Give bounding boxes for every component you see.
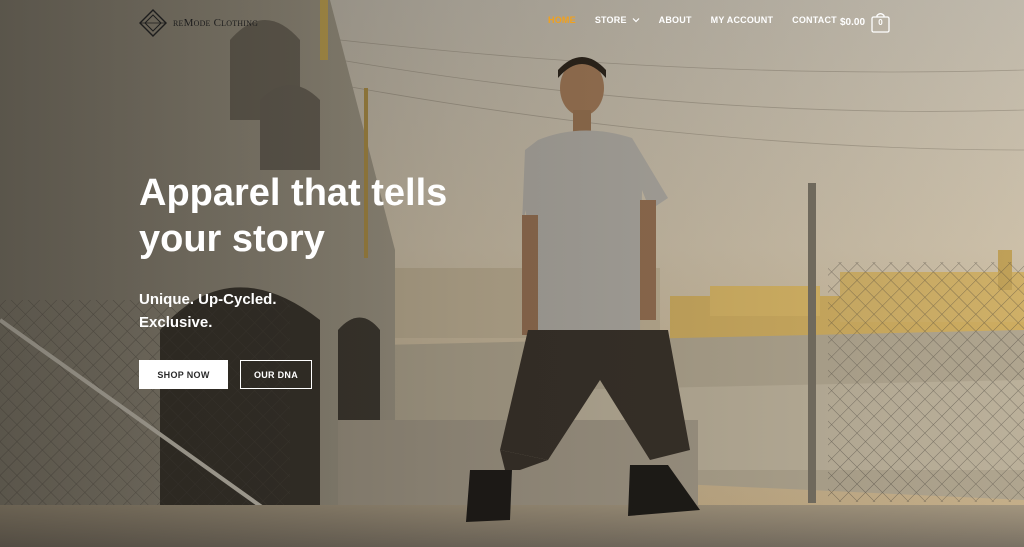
nav-item-label: MY ACCOUNT — [710, 15, 774, 25]
cart-button[interactable]: $0.00 0 — [840, 12, 890, 33]
nav-item-my-account[interactable]: MY ACCOUNT — [711, 15, 774, 25]
main-navigation: HOME STORE ABOUT MY ACCOUNT CONTACT — [548, 15, 856, 25]
shopping-bag-icon: 0 — [871, 12, 890, 33]
nav-item-label: ABOUT — [658, 15, 692, 25]
brand-name: reMode Clothing — [173, 17, 259, 29]
hero-subtitle: Unique. Up-Cycled. Exclusive. — [139, 291, 277, 331]
nav-item-home[interactable]: HOME — [548, 15, 576, 25]
cart-total: $0.00 — [840, 17, 866, 28]
nav-item-contact[interactable]: CONTACT — [792, 15, 837, 25]
our-dna-button[interactable]: OUR DNA — [240, 360, 312, 389]
cart-count-badge: 0 — [878, 18, 883, 27]
nav-item-label: HOME — [548, 15, 576, 25]
site-header: reMode Clothing HOME STORE ABOUT MY ACCO… — [0, 0, 1024, 48]
nav-item-store[interactable]: STORE — [595, 15, 640, 25]
hero-title: Apparel that tells your story — [139, 172, 448, 260]
shop-now-button[interactable]: SHOP NOW — [139, 360, 228, 389]
site-logo[interactable]: reMode Clothing — [139, 6, 258, 40]
nav-item-label: CONTACT — [792, 15, 837, 25]
diamond-logo-icon — [139, 9, 167, 37]
nav-item-about[interactable]: ABOUT — [659, 15, 692, 25]
hero-actions: SHOP NOW OUR DNA — [139, 360, 312, 389]
hero-dark-overlay — [0, 0, 1024, 547]
chevron-down-icon — [632, 18, 640, 23]
homepage: reMode Clothing HOME STORE ABOUT MY ACCO… — [0, 0, 1024, 547]
nav-item-label: STORE — [594, 15, 627, 25]
